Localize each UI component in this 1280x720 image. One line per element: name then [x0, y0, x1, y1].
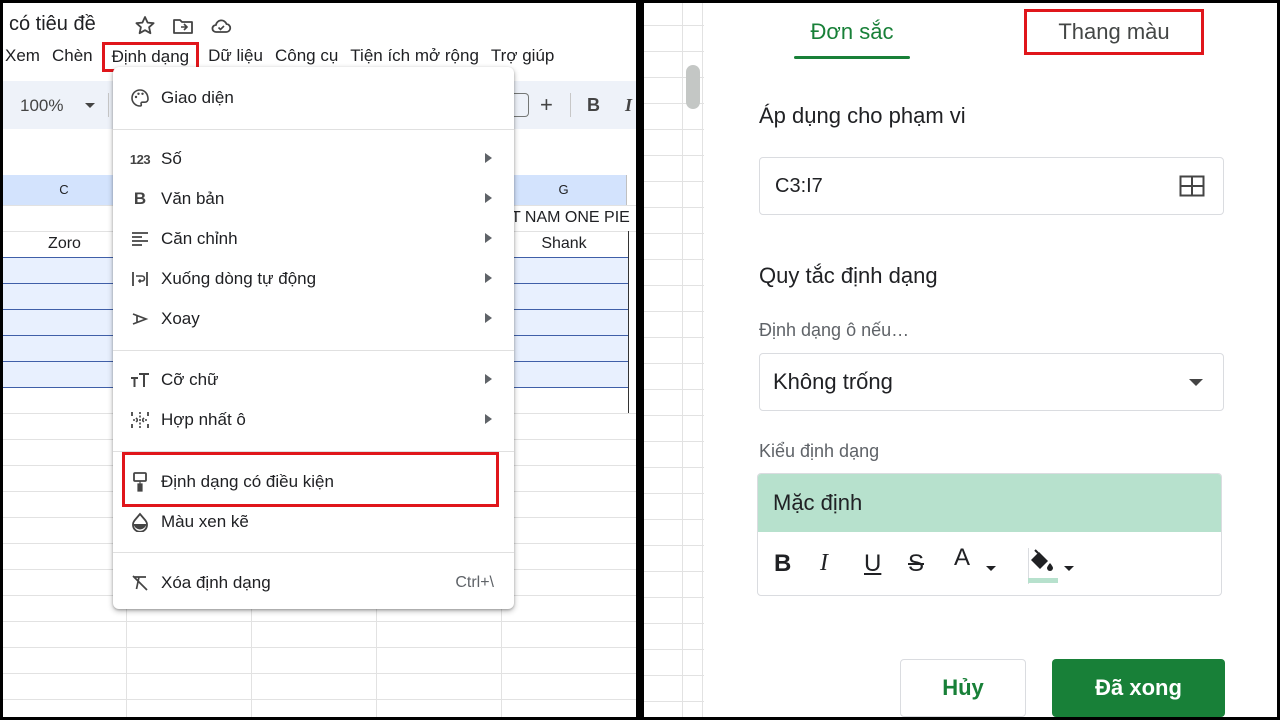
- sheets-format-menu-panel: có tiêu đề Xem Chèn Định dạng Dữ liệu Cô…: [3, 3, 636, 717]
- condition-select[interactable]: Không trống: [759, 353, 1224, 411]
- submenu-arrow-icon: [485, 313, 492, 323]
- cloud-status-icon[interactable]: [209, 14, 233, 38]
- menu-view[interactable]: Xem: [3, 43, 49, 71]
- star-icon[interactable]: [133, 14, 157, 38]
- chevron-down-icon: [1189, 379, 1203, 386]
- formatting-style-box: Mặc định B I U S A: [757, 473, 1222, 596]
- sheet-edge: [644, 3, 704, 717]
- submenu-arrow-icon: [485, 374, 492, 384]
- menu-item-theme-label: Giao diện: [161, 88, 234, 107]
- italic-icon[interactable]: I: [625, 95, 632, 116]
- font-size-icon: [129, 369, 151, 391]
- menu-item-number-label: Số: [161, 149, 182, 168]
- screenshot-collage: có tiêu đề Xem Chèn Định dạng Dữ liệu Cô…: [0, 0, 1280, 720]
- grid-select-range-icon[interactable]: [1179, 175, 1205, 197]
- underline-icon[interactable]: U: [864, 550, 881, 578]
- menu-insert[interactable]: Chèn: [49, 43, 102, 71]
- strikethrough-icon[interactable]: S: [908, 550, 924, 578]
- vertical-scrollbar[interactable]: [686, 65, 700, 109]
- menu-item-clear-formatting[interactable]: Xóa định dạng Ctrl+\: [113, 564, 514, 600]
- menu-item-align[interactable]: Căn chỉnh: [113, 220, 514, 256]
- zoom-caret-icon[interactable]: [85, 103, 95, 108]
- tab-single-color[interactable]: Đơn sắc: [794, 19, 910, 45]
- text-color-caret-icon[interactable]: [986, 566, 996, 571]
- submenu-arrow-icon: [485, 193, 492, 203]
- text-bold-icon: B: [133, 189, 147, 208]
- merge-cells-icon: [129, 409, 151, 431]
- tab-color-scale[interactable]: Thang màu: [1024, 9, 1204, 55]
- menu-item-theme[interactable]: Giao diện: [113, 79, 514, 115]
- condition-value: Không trống: [773, 369, 893, 394]
- format-dropdown-menu: Giao diện 123 Số B Văn bản Căn chỉnh Xuố…: [113, 67, 514, 609]
- menu-item-rotate-label: Xoay: [161, 309, 200, 328]
- text-rotation-icon: [129, 308, 151, 330]
- menu-item-font-size-label: Cỡ chữ: [161, 370, 219, 389]
- zoom-select[interactable]: 100%: [20, 96, 63, 116]
- menu-item-wrap-label: Xuống dòng tự động: [161, 269, 317, 288]
- apply-to-range-heading: Áp dụng cho phạm vi: [759, 103, 966, 128]
- range-input[interactable]: C3:I7: [759, 157, 1224, 215]
- cell-title-fragment[interactable]: T NAM ONE PIE: [501, 209, 636, 227]
- formatting-style-label: Kiểu định dạng: [759, 441, 880, 461]
- number-format-icon: 123: [129, 151, 151, 167]
- done-button[interactable]: Đã xong: [1052, 659, 1225, 717]
- menu-item-number[interactable]: 123 Số: [113, 140, 514, 176]
- title-icons: [133, 14, 233, 38]
- menu-item-clear-label: Xóa định dạng: [161, 573, 271, 592]
- clear-format-icon: [129, 572, 151, 594]
- menu-item-alternating-label: Màu xen kẽ: [161, 512, 249, 531]
- palette-icon: [129, 87, 151, 109]
- text-wrap-icon: [129, 268, 151, 290]
- menu-item-merge[interactable]: Hợp nhất ô: [113, 401, 514, 437]
- submenu-arrow-icon: [485, 153, 492, 163]
- clear-shortcut: Ctrl+\: [455, 574, 494, 591]
- italic-icon[interactable]: I: [820, 550, 828, 577]
- text-color-icon[interactable]: A: [954, 544, 970, 572]
- condition-label: Định dạng ô nếu…: [759, 320, 910, 340]
- menu-item-text[interactable]: B Văn bản: [113, 180, 514, 216]
- submenu-arrow-icon: [485, 414, 492, 424]
- cell-c-header[interactable]: Zoro: [3, 235, 126, 253]
- menu-item-text-label: Văn bản: [161, 189, 225, 208]
- conditional-format-sidebar: Đơn sắc Thang màu Áp dụng cho phạm vi C3…: [644, 3, 1277, 717]
- menu-item-merge-label: Hợp nhất ô: [161, 410, 246, 429]
- menu-item-align-label: Căn chỉnh: [161, 229, 238, 248]
- toolbar-divider: [570, 93, 571, 117]
- fill-color-icon[interactable]: [1026, 546, 1060, 586]
- column-header-c[interactable]: C: [3, 175, 126, 205]
- column-header-g[interactable]: G: [501, 175, 627, 205]
- bold-icon[interactable]: B: [587, 95, 600, 116]
- style-preview-text: Mặc định: [773, 490, 863, 515]
- align-left-icon: [129, 228, 151, 250]
- submenu-arrow-icon: [485, 233, 492, 243]
- menu-item-rotate[interactable]: Xoay: [113, 300, 514, 336]
- style-preview[interactable]: Mặc định: [758, 474, 1221, 532]
- move-folder-icon[interactable]: [171, 14, 195, 38]
- cancel-button[interactable]: Hủy: [900, 659, 1026, 717]
- tab-active-indicator: [794, 56, 910, 59]
- increase-font-size-icon[interactable]: +: [540, 92, 553, 118]
- toolbar-divider: [108, 93, 109, 117]
- range-value: C3:I7: [775, 175, 823, 197]
- submenu-arrow-icon: [485, 273, 492, 283]
- cell-g-header[interactable]: Shank: [501, 235, 627, 253]
- fill-color-caret-icon[interactable]: [1064, 566, 1074, 571]
- color-drop-icon: [129, 511, 151, 533]
- menu-item-font-size[interactable]: Cỡ chữ: [113, 361, 514, 397]
- document-title[interactable]: có tiêu đề: [9, 13, 96, 36]
- menu-item-wrap[interactable]: Xuống dòng tự động: [113, 260, 514, 296]
- bold-icon[interactable]: B: [774, 550, 791, 578]
- highlight-box-conditional: [122, 452, 499, 507]
- format-rules-heading: Quy tắc định dạng: [759, 263, 938, 288]
- menu-item-alternating-colors[interactable]: Màu xen kẽ: [113, 503, 514, 539]
